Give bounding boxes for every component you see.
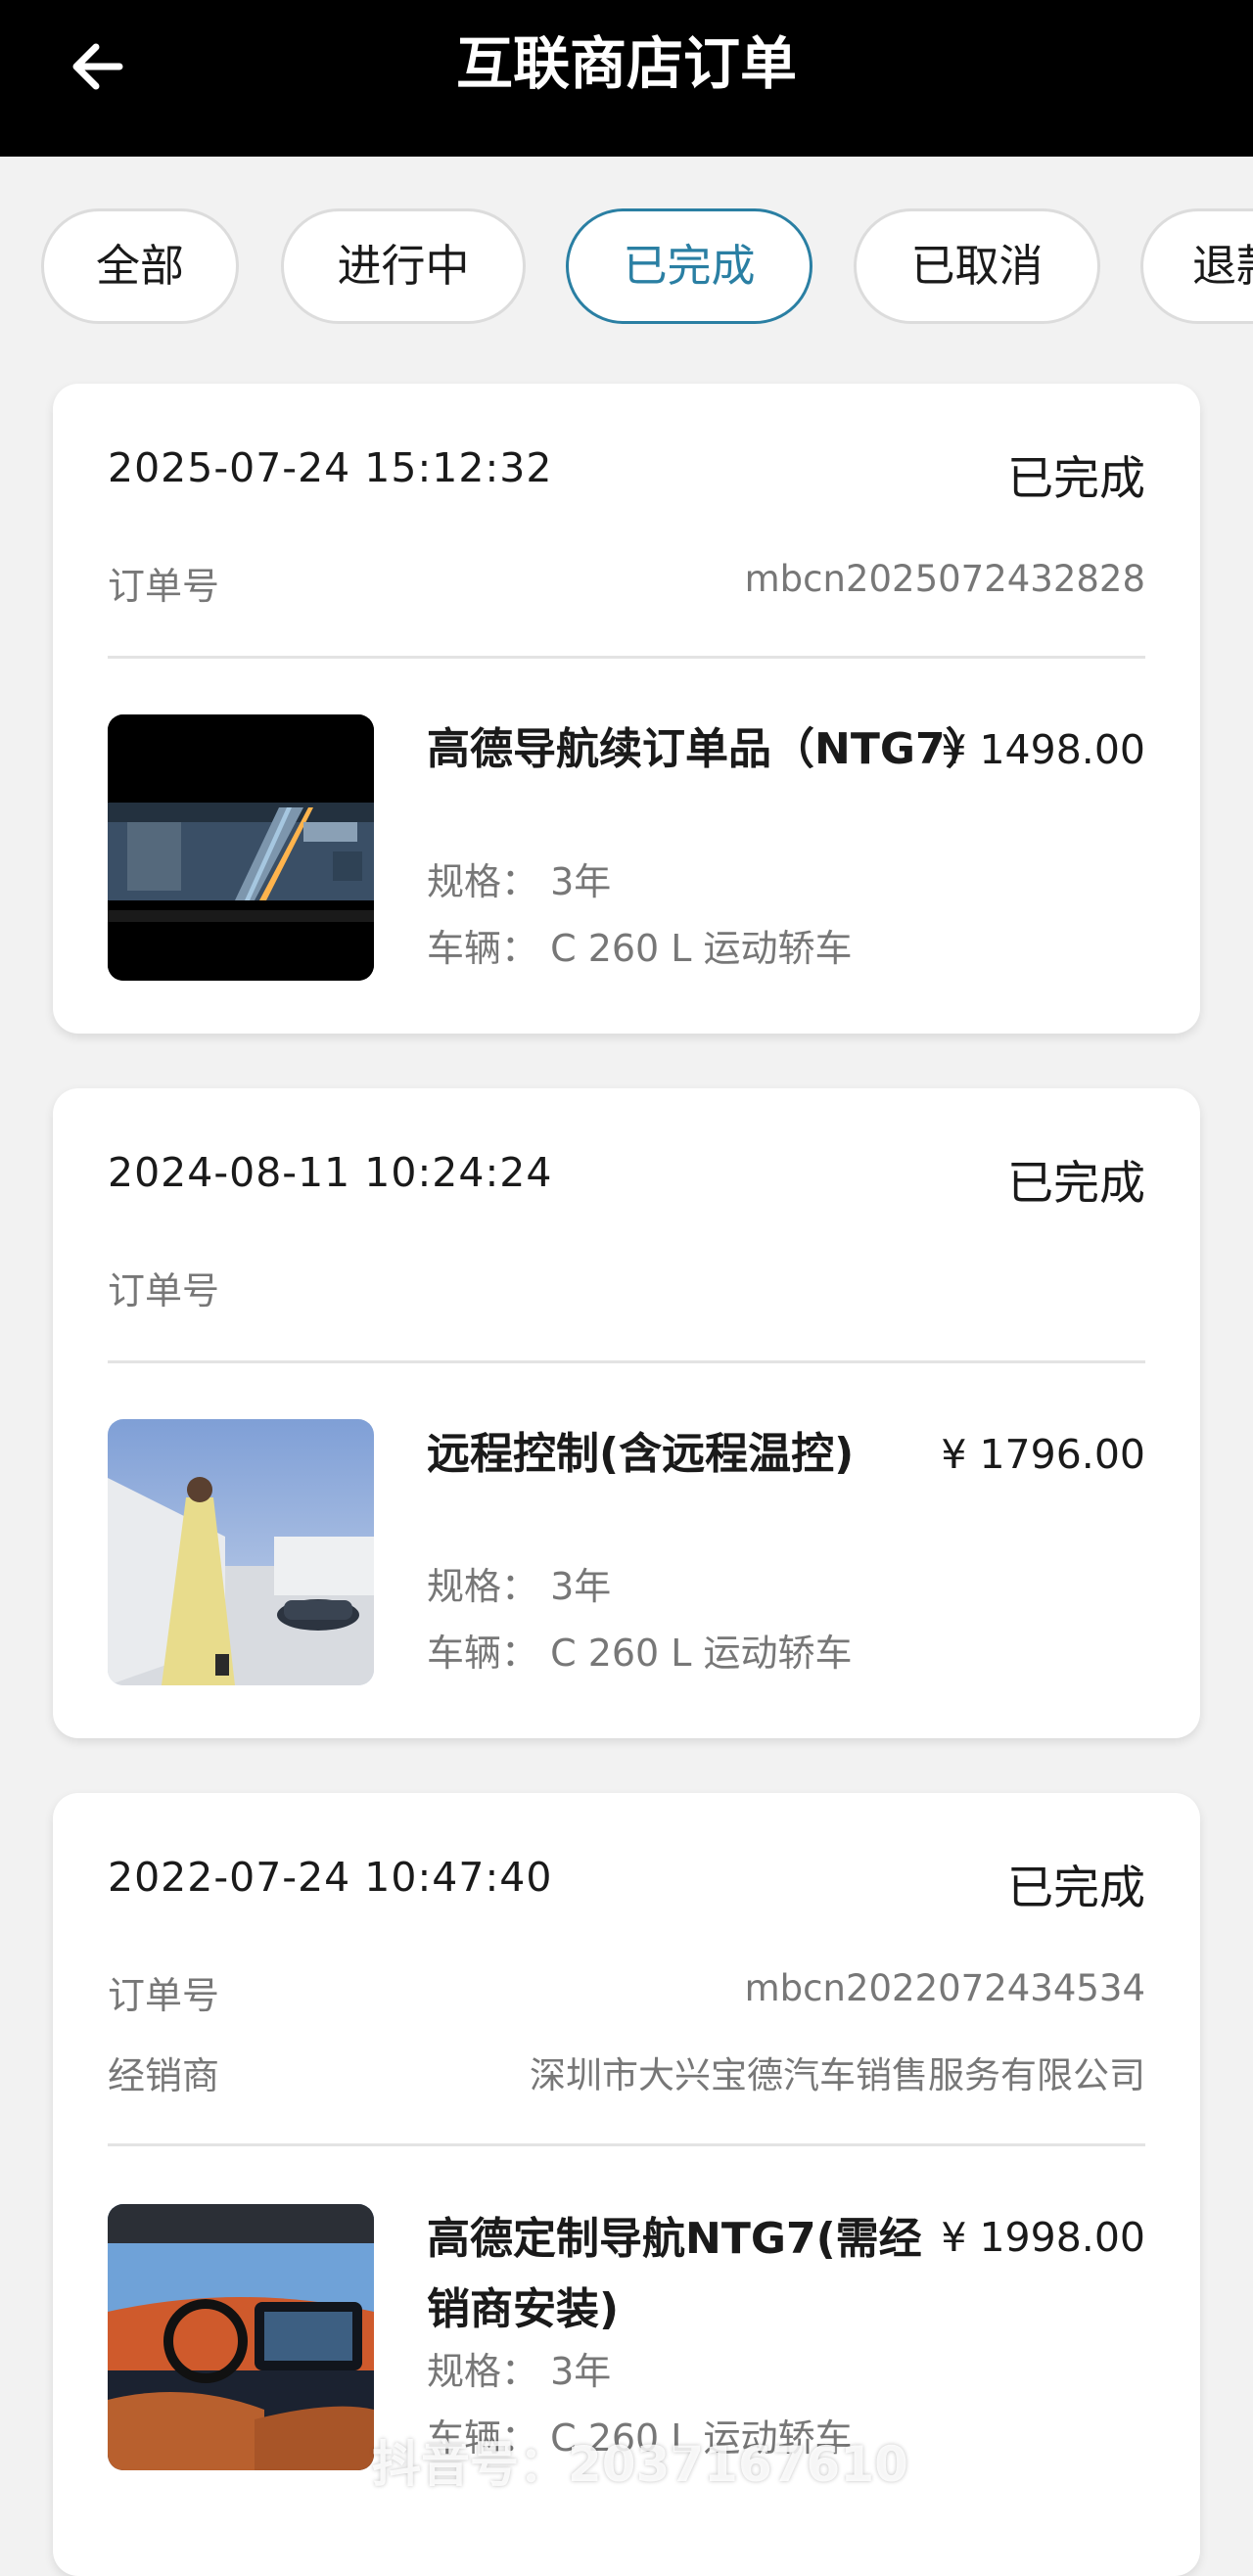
product-price: ¥ 1498.00 <box>941 726 1145 773</box>
divider <box>108 656 1145 659</box>
product-image-remote-control <box>108 1419 374 1685</box>
product-spec: 规格： 3年 <box>427 860 612 903</box>
tab-all[interactable]: 全部 <box>41 208 239 324</box>
tab-completed[interactable]: 已完成 <box>566 208 812 324</box>
order-status: 已完成 <box>1007 452 1145 506</box>
product-vehicle: 车辆： C 260 L 运动轿车 <box>427 927 853 970</box>
product-price: ¥ 1796.00 <box>941 1431 1145 1478</box>
order-number-label: 订单号 <box>108 1974 220 2017</box>
order-number-label: 订单号 <box>108 565 220 608</box>
status-filter-tabs: 全部 进行中 已完成 已取消 退款 <box>0 208 1253 330</box>
divider <box>108 1360 1145 1363</box>
product-image-navigation <box>108 714 374 981</box>
product-vehicle: 车辆： C 260 L 运动轿车 <box>427 1632 853 1675</box>
order-status: 已完成 <box>1007 1157 1145 1211</box>
divider <box>108 2143 1145 2146</box>
dealer-label: 经销商 <box>108 2054 220 2097</box>
order-number: mbcn2022072434534 <box>744 1967 1145 2009</box>
product-spec: 规格： 3年 <box>427 1565 612 1608</box>
order-card[interactable]: 2024-08-11 10:24:24 已完成 订单号 远程控制(含远程温控) … <box>53 1088 1200 1738</box>
tab-in-progress[interactable]: 进行中 <box>281 208 526 324</box>
product-price: ¥ 1998.00 <box>941 2214 1145 2261</box>
order-datetime: 2025-07-24 15:12:32 <box>108 444 553 491</box>
product-spec: 规格： 3年 <box>427 2350 612 2393</box>
page-title: 互联商店订单 <box>455 30 797 97</box>
product-name: 高德定制导航NTG7(需经销商安装) <box>427 2214 922 2334</box>
product-image-custom-navigation <box>108 2204 374 2470</box>
order-datetime: 2022-07-24 10:47:40 <box>108 1854 553 1901</box>
order-number: mbcn2025072432828 <box>744 558 1145 600</box>
order-status: 已完成 <box>1007 1862 1145 1915</box>
order-card[interactable]: 2025-07-24 15:12:32 已完成 订单号 mbcn20250724… <box>53 384 1200 1034</box>
tab-cancelled[interactable]: 已取消 <box>854 208 1100 324</box>
product-name: 远程控制(含远程温控) <box>427 1429 855 1479</box>
order-datetime: 2024-08-11 10:24:24 <box>108 1149 553 1196</box>
tab-refund[interactable]: 退款 <box>1140 208 1253 324</box>
product-name: 高德导航续订单品（NTG7） <box>427 724 989 774</box>
dealer-name: 深圳市大兴宝德汽车销售服务有限公司 <box>530 2054 1145 2096</box>
top-bar: 互联商店订单 <box>0 0 1253 157</box>
watermark-text: 抖音号：2037167610 <box>372 2436 908 2493</box>
order-number-label: 订单号 <box>108 1269 220 1312</box>
